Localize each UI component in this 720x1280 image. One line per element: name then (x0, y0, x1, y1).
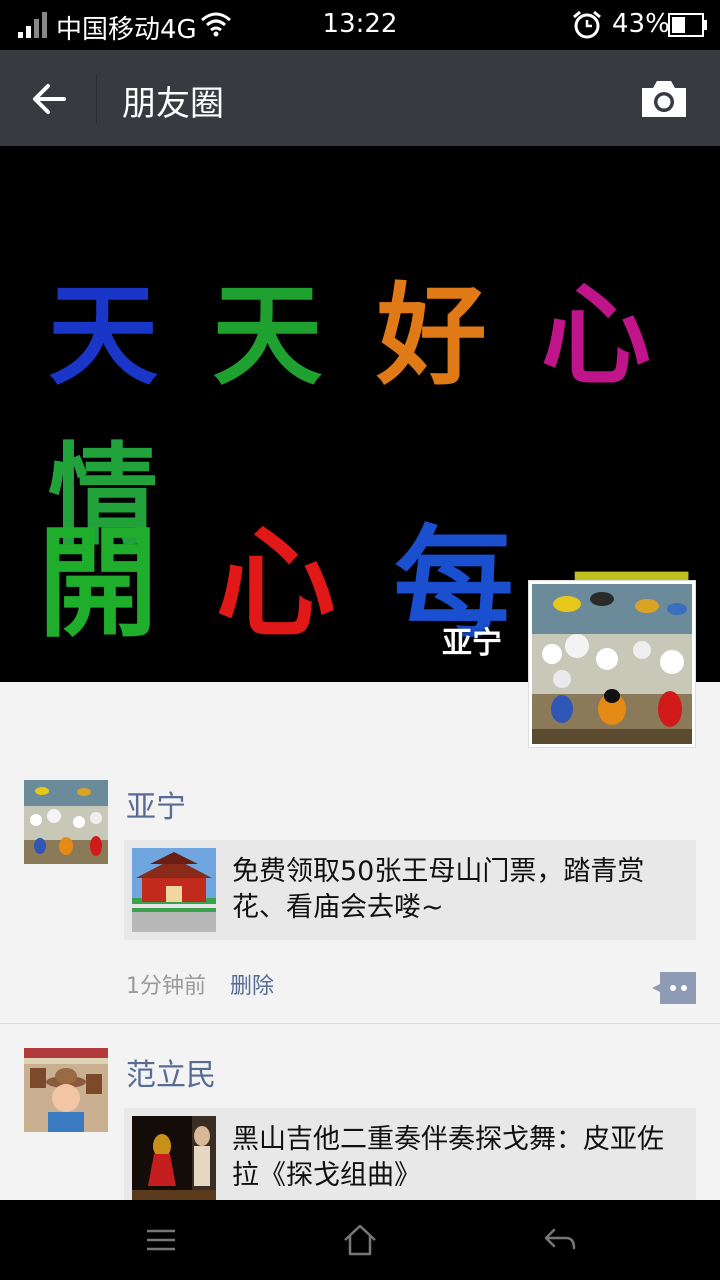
page-title: 朋友圈 (122, 84, 224, 124)
tango-thumbnail-image (132, 1116, 216, 1200)
poster-name[interactable]: 范立民 (126, 1050, 216, 1094)
link-title: 黑山吉他二重奏伴奏探戈舞：皮亚佐拉《探戈组曲》 (232, 1124, 664, 1191)
cover-char: 開 (38, 515, 166, 654)
cover-char: 好 (376, 272, 495, 400)
feed-item: 亚宁 免费领取50张王母山门票，踏青赏花、看庙会去喽~ 1分钟前 删除 (0, 780, 720, 1024)
post-timestamp: 1分钟前 (126, 974, 206, 999)
link-thumbnail (132, 848, 216, 932)
shared-link-card[interactable]: 免费领取50张王母山门票，踏青赏花、看庙会去喽~ (124, 840, 696, 940)
status-bar: 中国移动4G 13:22 43% (0, 0, 720, 50)
battery-icon (668, 13, 707, 37)
link-title: 免费领取50张王母山门票，踏青赏花、看庙会去喽~ (232, 856, 645, 923)
menu-icon[interactable] (143, 1222, 179, 1258)
link-thumbnail (132, 1116, 216, 1200)
return-icon[interactable] (542, 1222, 578, 1258)
cover-char: 心 (215, 515, 344, 654)
battery-level: 43% (612, 9, 670, 39)
child-avatar-image (24, 1048, 108, 1132)
my-avatar[interactable] (528, 580, 696, 748)
home-icon[interactable] (342, 1222, 378, 1258)
temple-thumbnail-image (132, 848, 216, 932)
cover-char: 天 (48, 272, 166, 400)
navigation-bar (0, 1200, 720, 1280)
cover-char: 心 (540, 272, 659, 400)
poster-name[interactable]: 亚宁 (126, 782, 186, 826)
comment-icon[interactable] (652, 972, 696, 1004)
my-name[interactable]: 亚宁 (442, 618, 502, 662)
cover-char: 天 (212, 272, 331, 400)
title-divider (96, 74, 97, 124)
back-arrow-icon[interactable] (28, 78, 70, 120)
feed-item: 范立民 黑山吉他二重奏伴奏探戈舞：皮亚佐拉《探戈组曲》 (0, 1048, 720, 1208)
avatar[interactable] (24, 780, 108, 864)
delete-link[interactable]: 删除 (230, 968, 274, 1000)
feed-divider (0, 1023, 720, 1024)
title-bar: 朋友圈 (0, 50, 720, 146)
birds-avatar-image (24, 780, 108, 864)
cover-char: 天 (38, 660, 166, 682)
camera-icon[interactable] (638, 78, 690, 120)
shared-link-card[interactable]: 黑山吉他二重奏伴奏探戈舞：皮亚佐拉《探戈组曲》 (124, 1108, 696, 1208)
alarm-icon (573, 10, 601, 39)
birds-avatar-image (532, 584, 692, 744)
avatar[interactable] (24, 1048, 108, 1132)
